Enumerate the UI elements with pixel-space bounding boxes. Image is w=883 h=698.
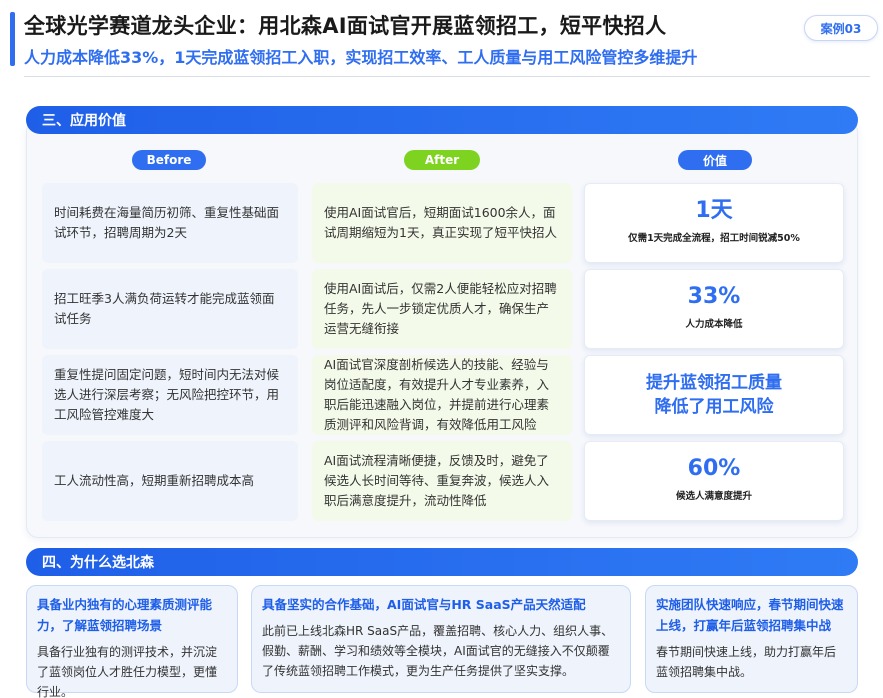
reason-title: 具备业内独有的心理素质测评能力，了解蓝领招聘场景	[37, 597, 213, 633]
reason-title: 实施团队快速响应，春节期间快速上线，打赢年后蓝领招聘集中战	[656, 597, 844, 633]
column-header-before: Before	[132, 150, 206, 170]
before-text: 招工旺季3人满负荷运转才能完成蓝领面试任务	[54, 291, 275, 326]
value-metric: 1天	[695, 198, 733, 223]
value-description: 人力成本降低	[685, 319, 743, 330]
title-accent-bar	[10, 12, 15, 66]
after-cell-3: AI面试官深度剖析候选人的技能、经验与岗位适配度，有效提升人才专业素养，入职后能…	[312, 355, 572, 435]
column-header-after: After	[404, 150, 480, 170]
before-text: 重复性提问固定问题，短时间内无法对候选人进行深层考察；无风险把控环节，用工风险管…	[54, 367, 280, 422]
before-text: 时间耗费在海量简历初筛、重复性基础面试环节，招聘周期为2天	[54, 205, 280, 240]
value-card-4: 60% 候选人满意度提升	[584, 441, 844, 521]
before-cell-2: 招工旺季3人满负荷运转才能完成蓝领面试任务	[42, 269, 298, 349]
reason-card-1: 具备业内独有的心理素质测评能力，了解蓝领招聘场景 具备行业独有的测评技术，并沉淀…	[26, 585, 238, 698]
value-card-1: 1天 仅需1天完成全流程，招工时间锐减50%	[584, 183, 844, 263]
after-text: AI面试官深度剖析候选人的技能、经验与岗位适配度，有效提升人才专业素养，入职后能…	[324, 357, 550, 432]
before-cell-3: 重复性提问固定问题，短时间内无法对候选人进行深层考察；无风险把控环节，用工风险管…	[42, 355, 298, 435]
value-card-3: 提升蓝领招工质量 降低了用工风险	[584, 355, 844, 435]
reason-card-2: 具备坚实的合作基础，AI面试官与HR SaaS产品天然适配 此前已上线北森HR …	[251, 585, 631, 693]
value-description: 候选人满意度提升	[675, 491, 752, 502]
before-text: 工人流动性高，短期重新招聘成本高	[54, 473, 255, 488]
reason-title: 具备坚实的合作基础，AI面试官与HR SaaS产品天然适配	[262, 597, 586, 612]
page-subtitle: 人力成本降低33%，1天完成蓝领招工入职，实现招工效率、工人质量与用工风险管控多…	[24, 48, 698, 67]
page-title: 全球光学赛道龙头企业：用北森AI面试官开展蓝领招工，短平快招人	[24, 14, 667, 38]
column-header-value: 价值	[678, 150, 752, 170]
after-text: AI面试流程清晰便捷，反馈及时，避免了候选人长时间等待、重复奔波，候选人入职后满…	[324, 453, 550, 508]
after-text: 使用AI面试官后，短期面试1600余人，面试周期缩短为1天，真正实现了短平快招人	[324, 205, 557, 240]
before-cell-4: 工人流动性高，短期重新招聘成本高	[42, 441, 298, 521]
section-header-application-value: 三、应用价值	[26, 106, 858, 134]
after-cell-4: AI面试流程清晰便捷，反馈及时，避免了候选人长时间等待、重复奔波，候选人入职后满…	[312, 441, 572, 521]
after-cell-2: 使用AI面试后，仅需2人便能轻松应对招聘任务，先人一步锁定优质人才，确保生产运营…	[312, 269, 572, 349]
value-metric: 提升蓝领招工质量 降低了用工风险	[646, 373, 782, 417]
reason-body: 春节期间快速上线，助力打赢年后蓝领招聘集中战。	[656, 645, 837, 679]
value-description: 仅需1天完成全流程，招工时间锐减50%	[628, 233, 800, 244]
value-card-2: 33% 人力成本降低	[584, 269, 844, 349]
value-metric: 33%	[687, 284, 741, 309]
value-metric: 60%	[687, 456, 741, 481]
reason-body: 具备行业独有的测评技术，并沉淀了蓝领岗位人才胜任力模型，更懂行业。	[37, 645, 218, 698]
header-divider	[24, 76, 870, 77]
reason-card-3: 实施团队快速响应，春节期间快速上线，打赢年后蓝领招聘集中战 春节期间快速上线，助…	[645, 585, 858, 693]
after-text: 使用AI面试后，仅需2人便能轻松应对招聘任务，先人一步锁定优质人才，确保生产运营…	[324, 281, 557, 336]
case-badge: 案例03	[804, 15, 878, 41]
section-header-why-beisen: 四、为什么选北森	[26, 548, 858, 576]
before-cell-1: 时间耗费在海量简历初筛、重复性基础面试环节，招聘周期为2天	[42, 183, 298, 263]
after-cell-1: 使用AI面试官后，短期面试1600余人，面试周期缩短为1天，真正实现了短平快招人	[312, 183, 572, 263]
reason-body: 此前已上线北森HR SaaS产品，覆盖招聘、核心人力、组织人事、假勤、薪酬、学习…	[262, 624, 614, 678]
